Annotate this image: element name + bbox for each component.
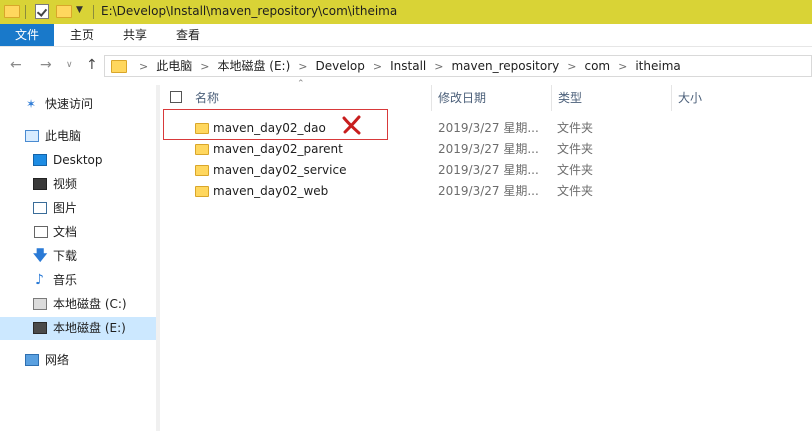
column-divider[interactable] <box>431 85 432 111</box>
breadcrumb: > 此电脑 > 本地磁盘 (E:) > Develop > Install > maven_rep… <box>131 56 681 76</box>
file-modified: 2019/3/27 星期... <box>438 142 539 156</box>
sidebar-item-videos[interactable]: 视频 <box>0 173 156 196</box>
sidebar-item-this-pc[interactable]: 此电脑 <box>0 125 156 148</box>
chevron-right-icon[interactable]: > <box>139 57 148 77</box>
properties-icon[interactable] <box>35 4 49 19</box>
breadcrumb-develop[interactable]: Develop <box>315 56 364 76</box>
divider <box>93 5 94 19</box>
select-all-checkbox[interactable] <box>170 91 182 103</box>
chevron-right-icon[interactable]: > <box>618 57 627 77</box>
title-bar: ▼ E:\Develop\Install\maven_repository\co… <box>0 0 812 24</box>
window-title: E:\Develop\Install\maven_repository\com\… <box>101 4 398 18</box>
chevron-right-icon[interactable]: > <box>298 57 307 77</box>
file-type: 文件夹 <box>557 142 594 156</box>
column-header-type[interactable]: 类型 <box>558 85 582 111</box>
tab-view[interactable]: 查看 <box>163 24 213 46</box>
arrow-up-icon[interactable]: ↑ <box>86 57 98 73</box>
navigation-bar: ← → ∨ ↑ > 此电脑 > 本地磁盘 (E:) > Develop > Install > m… <box>0 47 812 85</box>
chevron-right-icon[interactable]: > <box>200 57 209 77</box>
file-type: 文件夹 <box>557 184 594 198</box>
chevron-down-icon[interactable]: ∨ <box>66 60 73 70</box>
sidebar-item-label: 图片 <box>53 201 78 215</box>
sort-ascending-icon: ⌃ <box>297 79 305 89</box>
sidebar-item-label: 快速访问 <box>45 97 94 111</box>
music-icon: ♪ <box>35 272 44 288</box>
sidebar-item-label: 下载 <box>53 249 78 263</box>
file-modified: 2019/3/27 星期... <box>438 184 539 198</box>
file-name: maven_day02_service <box>213 163 347 177</box>
drive-icon <box>33 322 47 334</box>
sidebar-item-label: Desktop <box>53 153 103 167</box>
video-icon <box>33 178 47 190</box>
sidebar-item-pictures[interactable]: 图片 <box>0 197 156 220</box>
sidebar-item-label: 音乐 <box>53 273 78 287</box>
sidebar-item-drive-e[interactable]: 本地磁盘 (E:) <box>0 317 156 340</box>
sidebar-item-drive-c[interactable]: 本地磁盘 (C:) <box>0 293 156 316</box>
file-type: 文件夹 <box>557 121 594 135</box>
drive-icon <box>33 298 47 310</box>
breadcrumb-maven-repository[interactable]: maven_repository <box>451 56 559 76</box>
breadcrumb-com[interactable]: com <box>584 56 610 76</box>
folder-icon <box>195 186 209 197</box>
file-row[interactable]: maven_day02_web 2019/3/27 星期... 文件夹 <box>160 181 812 202</box>
tab-file[interactable]: 文件 <box>0 24 54 46</box>
sidebar-item-network[interactable]: 网络 <box>0 349 156 372</box>
breadcrumb-install[interactable]: Install <box>390 56 426 76</box>
breadcrumb-drive-e[interactable]: 本地磁盘 (E:) <box>217 56 290 76</box>
folder-icon <box>4 5 20 18</box>
star-icon: ✶ <box>26 97 37 111</box>
sidebar-item-downloads[interactable]: 🡇 下载 <box>0 245 156 268</box>
folder-icon <box>195 165 209 176</box>
address-bar[interactable]: > 此电脑 > 本地磁盘 (E:) > Develop > Install > maven_rep… <box>104 55 812 77</box>
desktop-icon <box>33 154 47 166</box>
file-type: 文件夹 <box>557 163 594 177</box>
sidebar-item-music[interactable]: ♪ 音乐 <box>0 269 156 292</box>
download-icon: 🡇 <box>33 248 48 264</box>
sidebar-item-label: 此电脑 <box>45 129 82 143</box>
column-header-name[interactable]: 名称 <box>195 85 219 111</box>
ribbon-tabs: 文件 主页 共享 查看 <box>0 24 812 47</box>
sidebar-item-label: 本地磁盘 (E:) <box>53 321 126 335</box>
file-row[interactable]: maven_day02_parent 2019/3/27 星期... 文件夹 <box>160 139 812 160</box>
folder-icon <box>195 144 209 155</box>
tab-home[interactable]: 主页 <box>57 24 107 46</box>
tab-share[interactable]: 共享 <box>110 24 160 46</box>
column-divider[interactable] <box>551 85 552 111</box>
chevron-right-icon[interactable]: > <box>373 57 382 77</box>
quick-access-toolbar-dropdown-icon[interactable]: ▼ <box>76 5 83 15</box>
sidebar-item-quick-access[interactable]: ✶ 快速访问 <box>0 93 156 116</box>
divider <box>25 5 26 19</box>
sidebar-item-label: 本地磁盘 (C:) <box>53 297 127 311</box>
chevron-right-icon[interactable]: > <box>567 57 576 77</box>
arrow-right-icon[interactable]: → <box>40 57 52 73</box>
column-header-modified[interactable]: 修改日期 <box>438 85 486 111</box>
column-header-size[interactable]: 大小 <box>678 85 702 111</box>
file-modified: 2019/3/27 星期... <box>438 121 539 135</box>
sidebar-item-desktop[interactable]: Desktop <box>0 149 156 172</box>
navigation-pane: ✶ 快速访问 此电脑 Desktop 视频 图片 文档 🡇 下载 ♪ 音乐 本地… <box>0 85 160 431</box>
arrow-left-icon[interactable]: ← <box>10 57 22 73</box>
sidebar-item-label: 网络 <box>45 353 70 367</box>
column-divider[interactable] <box>671 85 672 111</box>
red-x-icon <box>342 115 361 135</box>
pictures-icon <box>33 202 47 214</box>
file-name: maven_day02_web <box>213 184 329 198</box>
file-row[interactable]: maven_day02_service 2019/3/27 星期... 文件夹 <box>160 160 812 181</box>
breadcrumb-itheima[interactable]: itheima <box>635 56 680 76</box>
file-modified: 2019/3/27 星期... <box>438 163 539 177</box>
sidebar-item-label: 视频 <box>53 177 78 191</box>
documents-icon <box>34 226 48 238</box>
sidebar-item-documents[interactable]: 文档 <box>0 221 156 244</box>
folder-icon <box>111 60 127 73</box>
sidebar-item-label: 文档 <box>53 225 78 239</box>
computer-icon <box>25 130 39 142</box>
network-icon <box>25 354 39 366</box>
breadcrumb-this-pc[interactable]: 此电脑 <box>156 56 192 76</box>
file-name: maven_day02_parent <box>213 142 343 156</box>
new-folder-icon[interactable] <box>56 5 72 18</box>
chevron-right-icon[interactable]: > <box>434 57 443 77</box>
